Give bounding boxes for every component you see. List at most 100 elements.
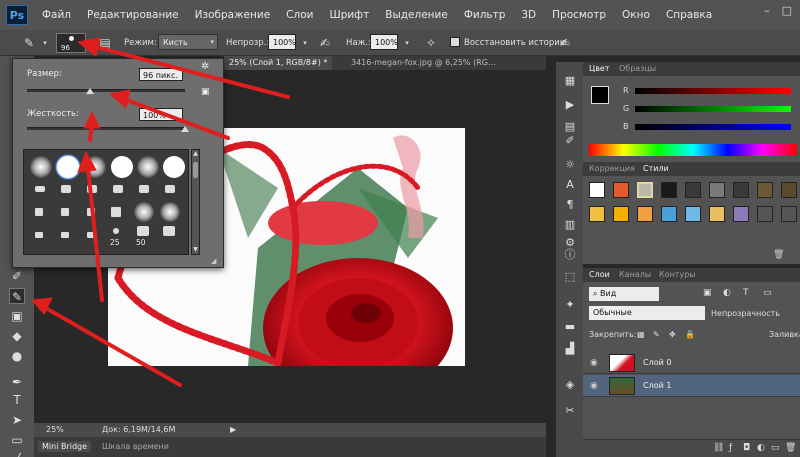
menu-layers[interactable]: Слои — [286, 9, 313, 21]
size-slider-thumb[interactable] — [86, 88, 95, 94]
trash-icon[interactable]: 🗑 — [785, 443, 796, 453]
menu-window[interactable]: Окно — [622, 9, 650, 21]
tab-swatches[interactable]: Образцы — [619, 64, 656, 73]
style-swatch[interactable] — [589, 206, 605, 222]
small-brush[interactable] — [35, 186, 45, 192]
airbrush-icon[interactable]: ✧ — [424, 36, 438, 50]
opacity-dropdown-icon[interactable]: ▾ — [298, 36, 312, 50]
scroll-down-icon[interactable]: ▼ — [192, 246, 199, 254]
hardness-slider-track[interactable] — [27, 127, 185, 130]
timeline-icon[interactable]: ▬ — [563, 320, 577, 334]
gear-icon[interactable]: ✲ — [201, 61, 209, 72]
eraser-tool-icon[interactable]: ✎ — [22, 36, 36, 50]
small-brush[interactable] — [87, 208, 95, 216]
hard-round-brush-selected[interactable] — [56, 155, 80, 179]
menu-type[interactable]: Шрифт — [329, 9, 369, 21]
style-swatch[interactable] — [685, 182, 701, 198]
style-swatch[interactable] — [757, 206, 773, 222]
style-swatch[interactable] — [781, 206, 797, 222]
brush-panel-icon[interactable]: ✐ — [563, 134, 577, 148]
hardness-input[interactable]: 100% — [139, 108, 183, 121]
tab-paths[interactable]: Контуры — [659, 270, 696, 279]
menu-help[interactable]: Справка — [666, 9, 712, 21]
shape-tool-icon[interactable]: ▭ — [9, 432, 25, 448]
style-swatch[interactable] — [613, 206, 629, 222]
style-swatch[interactable] — [637, 182, 653, 198]
properties-icon[interactable]: ⚙ — [563, 236, 577, 250]
small-brush[interactable] — [113, 185, 123, 193]
pen-tool-icon[interactable]: ✒ — [9, 374, 25, 390]
tab-active-document[interactable]: 25% (Слой 1, RGB/8#) * — [224, 56, 333, 70]
style-swatch[interactable] — [733, 206, 749, 222]
menu-file[interactable]: Файл — [42, 9, 71, 21]
color-spectrum-bar[interactable] — [589, 144, 797, 156]
hard-round-brush[interactable] — [163, 156, 185, 178]
filter-pixel-icon[interactable]: ▣ — [703, 288, 712, 298]
mask-icon[interactable]: ◘ — [743, 443, 750, 453]
layer-name[interactable]: Слой 0 — [643, 358, 671, 367]
menu-view[interactable]: Просмотр — [552, 9, 606, 21]
style-swatch[interactable] — [757, 182, 773, 198]
menu-filter[interactable]: Фильтр — [464, 9, 506, 21]
small-brush[interactable] — [163, 226, 175, 236]
pressure-dropdown-icon[interactable]: ▾ — [400, 36, 414, 50]
new-group-icon[interactable]: ▭ — [771, 443, 780, 453]
tab-channels[interactable]: Каналы — [619, 270, 651, 279]
document-size[interactable]: Док: 6,19M/14,6M — [102, 425, 175, 434]
clone-source-icon[interactable]: ☼ — [563, 158, 577, 172]
brush-tool-icon[interactable]: ✐ — [9, 268, 25, 284]
style-swatch[interactable] — [589, 182, 605, 198]
opacity-input[interactable]: 100% — [268, 34, 296, 50]
layer-row[interactable]: ◉ Слой 0 — [583, 352, 800, 374]
style-swatch[interactable] — [661, 206, 677, 222]
style-swatch[interactable] — [733, 182, 749, 198]
character-icon[interactable]: A — [563, 178, 577, 192]
tab-megan-fox[interactable]: 3416-megan-fox.jpg @ 6,25% (RG... — [346, 56, 501, 70]
minimize-button[interactable]: – — [764, 4, 770, 17]
filter-adjustment-icon[interactable]: ◐ — [723, 288, 731, 298]
pressure-input[interactable]: 100% — [370, 34, 398, 50]
pressure-opacity-icon[interactable]: ✍ — [318, 36, 332, 50]
menu-select[interactable]: Выделение — [385, 9, 448, 21]
blue-channel-slider[interactable] — [635, 124, 791, 130]
style-swatch[interactable] — [781, 182, 797, 198]
status-menu-icon[interactable]: ▶ — [230, 425, 236, 434]
foreground-color-swatch[interactable] — [591, 86, 609, 104]
line-tool-icon[interactable]: ╱ — [9, 452, 25, 457]
visibility-eye-icon[interactable]: ◉ — [590, 381, 598, 391]
menu-edit[interactable]: Редактирование — [87, 9, 179, 21]
lock-transparent-icon[interactable]: ▦ — [637, 330, 645, 339]
brush-presets-icon[interactable]: ▤ — [563, 120, 577, 134]
navigator-icon[interactable]: ⬚ — [563, 270, 577, 284]
layer-kind-filter[interactable]: ⌕ Вид — [589, 287, 659, 301]
soft-round-brush[interactable] — [160, 202, 180, 222]
small-brush[interactable] — [61, 232, 69, 238]
notes-icon[interactable]: ▥ — [563, 218, 577, 232]
maximize-button[interactable]: □ — [782, 4, 792, 17]
blur-tool-icon[interactable]: ◆ — [9, 328, 25, 344]
green-channel-slider[interactable] — [635, 106, 791, 112]
scroll-up-icon[interactable]: ▲ — [192, 150, 199, 158]
style-swatch[interactable] — [613, 182, 629, 198]
small-brush[interactable] — [113, 228, 119, 234]
tools-swap-icon[interactable]: ✂ — [563, 404, 577, 418]
hardness-slider-thumb[interactable] — [181, 126, 189, 132]
small-brush[interactable] — [87, 185, 97, 193]
path-selection-tool-icon[interactable]: ➤ — [9, 412, 25, 428]
lock-all-icon[interactable]: 🔒 — [685, 330, 695, 339]
visibility-eye-icon[interactable]: ◉ — [590, 358, 598, 368]
dodge-tool-icon[interactable]: ● — [9, 348, 25, 364]
scroll-thumb[interactable] — [193, 162, 198, 178]
type-tool-icon[interactable]: T — [9, 392, 25, 408]
adjustment-layer-icon[interactable]: ◐ — [757, 443, 765, 453]
style-swatch[interactable] — [709, 182, 725, 198]
tab-layers[interactable]: Слои — [589, 270, 610, 279]
style-swatch[interactable] — [637, 206, 653, 222]
restore-history-checkbox[interactable] — [450, 37, 460, 47]
style-swatch[interactable] — [685, 206, 701, 222]
new-preset-icon[interactable]: ▣ — [201, 87, 210, 97]
link-layers-icon[interactable]: ⛓ — [713, 443, 724, 453]
soft-round-brush[interactable] — [84, 156, 106, 178]
layer-name[interactable]: Слой 1 — [643, 381, 671, 390]
small-brush[interactable] — [87, 232, 95, 238]
